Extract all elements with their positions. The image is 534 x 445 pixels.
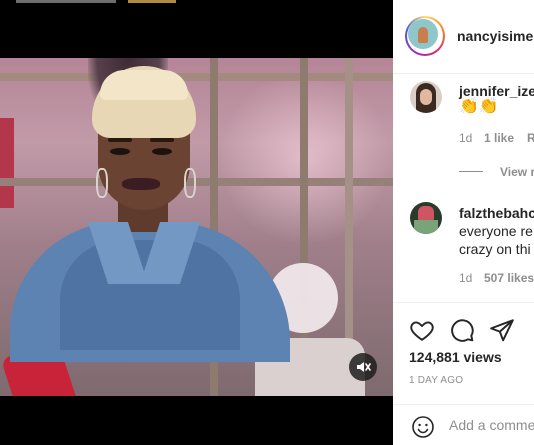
- replies-divider: [459, 171, 483, 172]
- commenter-avatar[interactable]: [410, 81, 442, 113]
- commenter-avatar[interactable]: [410, 202, 442, 234]
- commenter-username[interactable]: jennifer_ize: [459, 83, 534, 99]
- author-avatar[interactable]: [405, 16, 445, 56]
- speaker-muted-icon: [357, 362, 371, 372]
- view-replies-link[interactable]: View r: [500, 165, 534, 179]
- comment-likes[interactable]: 507 likes: [484, 271, 534, 285]
- comment-text-line: everyone re: [459, 223, 533, 239]
- comment-time[interactable]: 1d: [459, 131, 472, 145]
- smiley-icon[interactable]: [411, 415, 435, 439]
- author-username[interactable]: nancyisime: [457, 28, 533, 44]
- heart-icon[interactable]: [409, 317, 435, 343]
- paper-plane-icon[interactable]: [489, 317, 515, 343]
- reply-button[interactable]: R: [527, 131, 534, 145]
- add-comment-input[interactable]: [449, 417, 534, 433]
- instagram-post-view: nancyisime jennifer_ize 👏👏 1d 1 like R V…: [0, 0, 534, 445]
- post-actions: 124,881 views 1 DAY AGO: [393, 302, 534, 412]
- mute-button[interactable]: [349, 353, 377, 381]
- comment-icon[interactable]: [449, 317, 475, 343]
- video-letterbox-top: [0, 0, 393, 58]
- comment-text: 👏👏: [459, 98, 499, 115]
- comment-likes[interactable]: 1 like: [484, 131, 514, 145]
- comment-time[interactable]: 1d: [459, 271, 472, 285]
- post-timestamp[interactable]: 1 DAY AGO: [409, 375, 463, 386]
- video-player[interactable]: [0, 0, 393, 445]
- add-comment-bar: [393, 404, 534, 445]
- post-header: nancyisime: [393, 0, 534, 74]
- view-count[interactable]: 124,881 views: [409, 349, 502, 365]
- post-sidebar: nancyisime jennifer_ize 👏👏 1d 1 like R V…: [393, 0, 534, 445]
- comment-text-line: crazy on thi: [459, 241, 531, 257]
- commenter-username[interactable]: falzthebahc: [459, 205, 534, 221]
